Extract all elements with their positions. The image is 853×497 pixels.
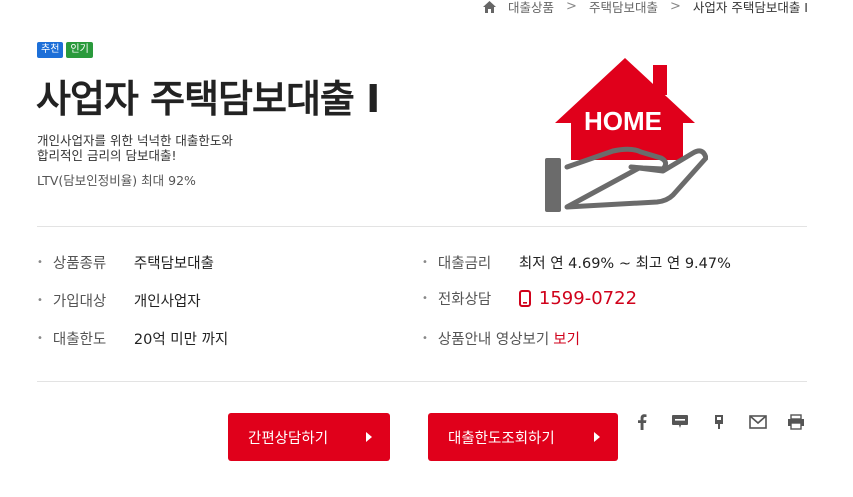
bullet-icon: • <box>422 333 428 344</box>
detail-row-video: • 상품안내 영상보기 보기 <box>422 328 580 349</box>
bullet-icon: • <box>37 295 43 306</box>
phone-number: 1599-0722 <box>538 288 638 309</box>
detail-row-limit: • 대출한도 20억 미만 까지 <box>37 328 228 349</box>
detail-value: 최저 연 4.69% ~ 최고 연 9.47% <box>518 256 731 272</box>
breadcrumb-item-loans[interactable]: 대출상품 <box>508 0 554 16</box>
detail-value: 20억 미만 까지 <box>133 332 229 348</box>
phone-link[interactable]: 1599-0722 <box>518 288 638 309</box>
divider-bottom <box>37 381 807 382</box>
detail-value: 개인사업자 <box>133 294 201 310</box>
detail-label: 상품종류 <box>52 256 107 272</box>
badge-group: 추천 인기 <box>37 42 93 58</box>
badge-recommend: 추천 <box>37 42 64 58</box>
breadcrumb-item-mortgage[interactable]: 주택담보대출 <box>589 0 658 16</box>
product-description: 개인사업자를 위한 넉넉한 대출한도와 합리적인 금리의 담보대출! <box>37 133 233 163</box>
breadcrumb-item-current: 사업자 주택담보대출 I <box>692 0 808 15</box>
video-view-link[interactable]: 보기 <box>553 328 580 349</box>
home-icon[interactable] <box>483 0 497 13</box>
breadcrumb: 대출상품 > 주택담보대출 > 사업자 주택담보대출 I <box>483 0 808 16</box>
bullet-icon: • <box>37 333 43 344</box>
badge-popular: 인기 <box>66 42 93 58</box>
quick-consult-button[interactable]: 간편상담하기 <box>228 413 390 461</box>
detail-label: 상품안내 영상보기 <box>437 332 550 348</box>
bullet-icon: • <box>37 257 43 268</box>
description-line-2: 합리적인 금리의 담보대출! <box>37 148 177 163</box>
detail-label: 가입대상 <box>52 294 107 310</box>
detail-label: 대출한도 <box>52 332 107 348</box>
arrow-right-icon <box>594 432 600 442</box>
detail-row-target: • 가입대상 개인사업자 <box>37 290 201 311</box>
chevron-right-icon: > <box>669 0 681 14</box>
page-title: 사업자 주택담보대출 I <box>36 77 380 121</box>
detail-row-type: • 상품종류 주택담보대출 <box>37 252 214 273</box>
description-line-1: 개인사업자를 위한 넉넉한 대출한도와 <box>37 133 233 148</box>
bullet-icon: • <box>422 293 428 304</box>
bullet-icon: • <box>422 257 428 268</box>
detail-row-phone: • 전화상담 1599-0722 <box>422 288 637 309</box>
detail-row-rate: • 대출금리 최저 연 4.69% ~ 최고 연 9.47% <box>422 252 731 273</box>
detail-value: 주택담보대출 <box>133 256 214 272</box>
arrow-right-icon <box>366 432 372 442</box>
hero-label: HOME <box>584 106 662 136</box>
mail-icon[interactable] <box>749 413 767 431</box>
quick-consult-label: 간편상담하기 <box>248 430 329 447</box>
detail-label: 대출금리 <box>437 256 492 272</box>
print-icon[interactable] <box>787 413 805 431</box>
detail-label: 전화상담 <box>437 292 492 308</box>
kakao-story-icon[interactable] <box>710 413 728 431</box>
blog-icon[interactable] <box>671 413 689 431</box>
divider-top <box>37 226 807 227</box>
mobile-phone-icon <box>518 290 531 307</box>
home-hand-illustration: HOME <box>545 58 708 212</box>
chevron-right-icon: > <box>566 0 577 14</box>
loan-limit-inquiry-button[interactable]: 대출한도조회하기 <box>428 413 618 461</box>
ltv-text: LTV(담보인정비율) 최대 92% <box>37 173 196 188</box>
loan-limit-inquiry-label: 대출한도조회하기 <box>448 430 555 447</box>
facebook-icon[interactable] <box>633 413 651 431</box>
